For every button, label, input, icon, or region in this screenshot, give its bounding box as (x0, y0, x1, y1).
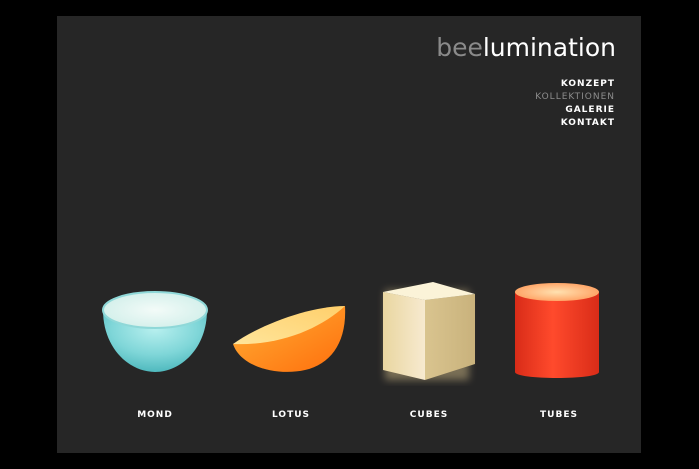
product-lotus-image[interactable] (231, 298, 349, 378)
product-cubes-image[interactable] (377, 278, 479, 386)
product-label-mond[interactable]: MOND (105, 410, 205, 420)
nav-item-kollektionen[interactable]: KOLLEKTIONEN (535, 91, 615, 104)
brand-prefix: bee (436, 33, 483, 62)
product-tubes-image[interactable] (511, 280, 603, 386)
content-panel: beelumination KONZEPT KOLLEKTIONEN GALER… (57, 16, 641, 453)
brand-name: lumination (482, 33, 616, 62)
nav-item-konzept[interactable]: KONZEPT (535, 78, 615, 91)
product-label-tubes[interactable]: TUBES (509, 410, 609, 420)
nav-item-galerie[interactable]: GALERIE (535, 104, 615, 117)
brand-logo[interactable]: beelumination (436, 30, 616, 66)
nav-item-kontakt[interactable]: KONTAKT (535, 117, 615, 130)
main-nav: KONZEPT KOLLEKTIONEN GALERIE KONTAKT (535, 78, 615, 130)
product-label-cubes[interactable]: CUBES (379, 410, 479, 420)
product-mond-image[interactable] (101, 288, 209, 376)
product-label-lotus[interactable]: LOTUS (241, 410, 341, 420)
